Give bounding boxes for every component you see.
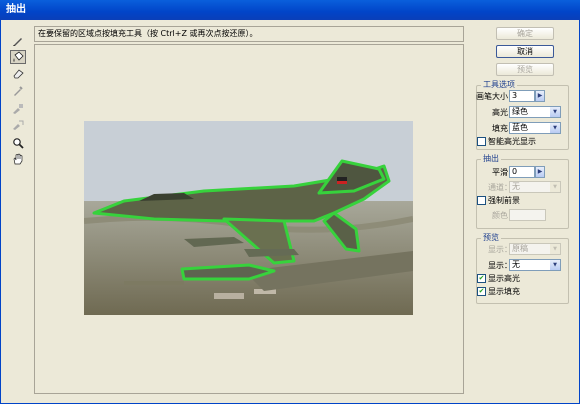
show-highlight-label: 显示高光: [488, 274, 520, 283]
edge-touchup-tool[interactable]: [10, 118, 26, 132]
display-value: 无: [512, 260, 520, 269]
instruction-text: 在要保留的区域点按填充工具（按 Ctrl+Z 或再次点按还原）。: [38, 29, 258, 38]
force-foreground-checkbox[interactable]: [477, 196, 486, 205]
show-fill-label: 显示填充: [488, 287, 520, 296]
fill-value: 蓝色: [512, 123, 528, 132]
fill-tool[interactable]: [10, 50, 26, 64]
extraction-title: 抽出: [481, 154, 501, 164]
hand-icon: [13, 153, 23, 165]
smooth-arrow-button[interactable]: ▶: [535, 166, 545, 178]
jet-image: [84, 121, 413, 315]
chevron-down-icon: ▼: [550, 260, 560, 270]
fill-select[interactable]: 蓝色 ▼: [509, 122, 561, 134]
show-fill-checkbox[interactable]: ✔: [477, 287, 486, 296]
check-icon: ✔: [478, 287, 485, 295]
eraser-icon: [13, 69, 24, 79]
edge-highlighter-icon: [13, 38, 22, 46]
highlight-value: 绿色: [512, 107, 528, 116]
edge-highlighter-tool[interactable]: [10, 34, 26, 48]
ok-button[interactable]: 确定: [496, 27, 554, 40]
show-select[interactable]: 原稿 ▼: [509, 243, 561, 255]
edge-touchup-icon: [13, 120, 24, 130]
chevron-down-icon: ▼: [550, 182, 560, 192]
smart-highlight-label: 智能高光显示: [488, 137, 536, 146]
force-foreground-label: 强制前景: [488, 196, 520, 205]
title-bar: 抽出: [0, 0, 580, 20]
zoom-tool[interactable]: [10, 136, 26, 150]
arrow-right-icon: ▶: [537, 92, 543, 99]
brush-size-arrow-button[interactable]: ▶: [535, 90, 545, 102]
preview-group-title: 预览: [481, 233, 501, 243]
check-icon: ✔: [478, 274, 485, 282]
cleanup-icon: [13, 104, 23, 114]
hand-tool[interactable]: [10, 152, 26, 166]
brush-size-input[interactable]: 3: [509, 90, 535, 102]
channel-value: 无: [512, 182, 520, 191]
chevron-down-icon: ▼: [550, 107, 560, 117]
tool-options-title: 工具选项: [481, 80, 517, 90]
arrow-right-icon: ▶: [537, 168, 543, 175]
channel-select[interactable]: 无 ▼: [509, 181, 561, 193]
cancel-button[interactable]: 取消: [496, 45, 554, 58]
eyedropper-tool[interactable]: [10, 84, 26, 98]
eraser-tool[interactable]: [10, 66, 26, 80]
highlight-select[interactable]: 绿色 ▼: [509, 106, 561, 118]
window-title: 抽出: [6, 4, 26, 15]
chevron-down-icon: ▼: [550, 123, 560, 133]
jet-photo[interactable]: [84, 121, 413, 315]
cleanup-tool[interactable]: [10, 102, 26, 116]
preview-button[interactable]: 预览: [496, 63, 554, 76]
show-highlight-checkbox[interactable]: ✔: [477, 274, 486, 283]
fill-icon: [13, 51, 24, 62]
smart-highlight-checkbox[interactable]: [477, 137, 486, 146]
eyedropper-icon: [14, 86, 23, 96]
zoom-icon: [13, 138, 24, 149]
color-swatch[interactable]: [509, 209, 546, 221]
tool-palette: [8, 34, 30, 394]
smooth-input[interactable]: 0: [509, 166, 535, 178]
instruction-bar: 在要保留的区域点按填充工具（按 Ctrl+Z 或再次点按还原）。: [34, 26, 464, 42]
display-select[interactable]: 无 ▼: [509, 259, 561, 271]
show-value: 原稿: [512, 244, 528, 253]
chevron-down-icon: ▼: [550, 244, 560, 254]
